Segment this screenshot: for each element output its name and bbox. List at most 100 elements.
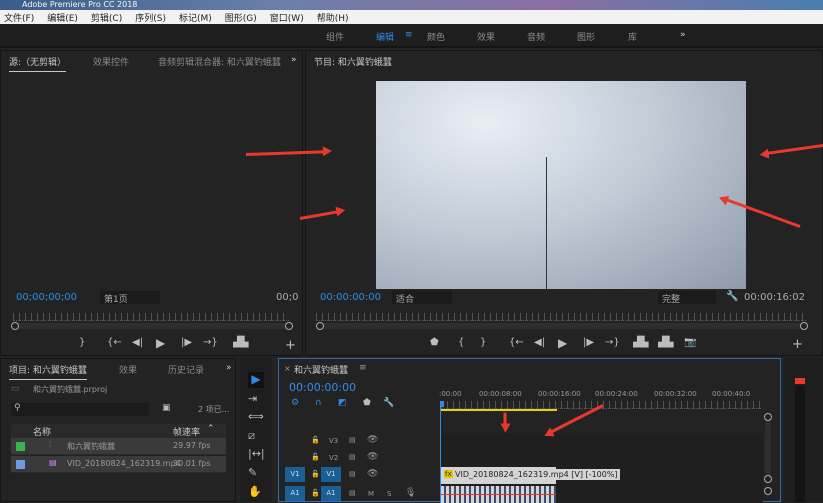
video-clip[interactable]: fx VID_20180824_162319.mp4 [V] [-100%] [441, 467, 620, 484]
sync-lock-icon[interactable]: ▤ [349, 436, 356, 444]
menu-file[interactable]: 文件(F) [4, 11, 34, 24]
eye-icon[interactable]: 👁 [367, 435, 378, 445]
scroll-handle-bottom[interactable] [764, 475, 772, 483]
source-patch-v1[interactable]: V1 [285, 467, 305, 482]
sync-lock-icon[interactable]: ▤ [349, 489, 356, 497]
program-time-ruler[interactable] [316, 313, 806, 321]
nest-icon[interactable]: ⚙ [291, 398, 299, 408]
mark-out-icon[interactable]: } [480, 337, 486, 348]
search-input[interactable] [11, 403, 149, 416]
go-to-in-icon[interactable]: {← [107, 337, 122, 348]
clip-indicator[interactable] [795, 378, 805, 384]
microphone-icon[interactable]: 🎙 [405, 488, 416, 498]
linked-selection-icon[interactable]: ◩ [338, 398, 347, 408]
more-workspaces-button[interactable]: » [680, 30, 686, 40]
workspace-audio[interactable]: 音频 [527, 30, 545, 43]
column-frame-rate[interactable]: 帧速率 [173, 425, 200, 438]
step-back-icon[interactable]: ◀| [534, 337, 545, 348]
insert-icon[interactable]: ▟▙ [233, 337, 248, 348]
quality-dropdown[interactable]: 完整 [658, 291, 716, 305]
volume-line[interactable] [441, 494, 556, 495]
step-forward-icon[interactable]: |▶ [181, 337, 192, 348]
sync-lock-icon[interactable]: ▤ [349, 470, 356, 478]
menu-clip[interactable]: 剪辑(C) [91, 11, 122, 24]
tab-sequence[interactable]: 和六翼钓蛾蠶 [294, 363, 348, 376]
mark-out-icon[interactable]: } [79, 337, 85, 348]
workspace-color[interactable]: 颜色 [427, 30, 445, 43]
list-item[interactable]: ⫶ 和六翼钓蛾蠶 29.97 fps [11, 438, 226, 455]
lift-icon[interactable]: ▟▙ [633, 337, 648, 348]
add-marker-icon[interactable]: ⬟ [430, 337, 439, 348]
list-item[interactable]: ▤ VID_20180824_162319.mp4 30.01 fps [11, 456, 226, 473]
program-timecode[interactable]: 00:00:00:00 [320, 292, 381, 303]
lock-icon[interactable]: 🔓 [311, 436, 320, 444]
timeline-timecode[interactable]: 00:00:00:00 [289, 381, 356, 394]
vertical-scrollbar[interactable] [765, 415, 771, 479]
tab-audio-clip-mixer[interactable]: 音频剪辑混合器: 和六翼钓蛾蠶 [158, 55, 281, 68]
tab-effect-controls[interactable]: 效果控件 [93, 55, 129, 68]
ripple-edit-tool-icon[interactable]: ⟺ [248, 410, 264, 423]
snap-magnet-icon[interactable]: ∩ [315, 398, 322, 408]
more-tabs-button[interactable]: » [291, 55, 297, 65]
menu-sequence[interactable]: 序列(S) [135, 11, 166, 24]
menu-edit[interactable]: 编辑(E) [47, 11, 78, 24]
go-to-out-icon[interactable]: →} [203, 337, 218, 348]
selection-tool-icon[interactable]: ▶ [248, 372, 264, 388]
workspace-graphics[interactable]: 图形 [577, 30, 595, 43]
track-target-v1[interactable]: V1 [321, 467, 341, 482]
lock-icon[interactable]: 🔓 [311, 489, 320, 497]
scroll-handle-left[interactable] [316, 322, 324, 330]
tab-effects[interactable]: 效果 [119, 363, 137, 376]
column-name[interactable]: 名称 [33, 425, 51, 438]
source-time-ruler[interactable] [13, 313, 289, 321]
workspace-editing[interactable]: 编辑 [376, 30, 394, 43]
pen-tool-icon[interactable]: ✎ [248, 466, 257, 479]
add-button-icon[interactable]: + [285, 338, 296, 353]
page-dropdown[interactable]: 第1页 [100, 291, 160, 305]
source-zoom-scrollbar[interactable] [13, 323, 291, 329]
hand-tool-icon[interactable]: ✋ [248, 485, 262, 498]
razor-tool-icon[interactable]: ⧄ [248, 429, 255, 443]
workspace-effects[interactable]: 效果 [477, 30, 495, 43]
mute-button[interactable]: M [368, 490, 374, 498]
eye-icon[interactable]: 👁 [367, 452, 378, 462]
tab-source[interactable]: 源:（无剪辑） [9, 55, 67, 72]
scroll-handle-right[interactable] [285, 322, 293, 330]
track-select-tool-icon[interactable]: ⇥ [248, 392, 257, 405]
step-forward-icon[interactable]: |▶ [583, 337, 594, 348]
lock-icon[interactable]: 🔓 [311, 453, 320, 461]
source-timecode[interactable]: 00;00;00;00 [16, 292, 77, 303]
scroll-handle-left[interactable] [11, 322, 19, 330]
step-back-icon[interactable]: ◀| [132, 337, 143, 348]
play-icon[interactable]: ▶ [558, 336, 567, 350]
solo-button[interactable]: S [387, 490, 391, 498]
fit-dropdown[interactable]: 适合 [392, 291, 452, 305]
menu-icon[interactable]: ≡ [359, 363, 367, 373]
tab-program[interactable]: 节目: 和六翼钓蛾蠶 [314, 55, 392, 68]
sort-ascending-icon[interactable]: ⌃ [207, 424, 215, 434]
add-marker-icon[interactable]: ⬟ [363, 398, 371, 408]
menu-graphics[interactable]: 图形(G) [225, 11, 257, 24]
close-icon[interactable]: × [284, 364, 291, 373]
lock-icon[interactable]: 🔓 [311, 470, 320, 478]
more-tabs-button[interactable]: » [226, 363, 232, 373]
add-button-icon[interactable]: + [792, 337, 803, 352]
menu-icon[interactable]: ≡ [405, 30, 413, 40]
scroll-handle-top[interactable] [764, 413, 772, 421]
menu-help[interactable]: 帮助(H) [317, 11, 349, 24]
extract-icon[interactable]: ▟▙ [658, 337, 673, 348]
audio-clip[interactable] [441, 486, 556, 503]
go-to-in-icon[interactable]: {← [509, 337, 524, 348]
tab-history[interactable]: 历史记录 [168, 363, 204, 376]
scroll-handle-right[interactable] [800, 322, 808, 330]
program-zoom-scrollbar[interactable] [316, 323, 806, 329]
slip-tool-icon[interactable]: |↔| [248, 447, 265, 460]
tab-project[interactable]: 项目: 和六翼钓蛾蠶 [9, 363, 87, 380]
workspace-assembly[interactable]: 组件 [326, 30, 344, 43]
sync-lock-icon[interactable]: ▤ [349, 453, 356, 461]
menu-window[interactable]: 窗口(W) [270, 11, 304, 24]
workspace-libraries[interactable]: 库 [628, 30, 637, 43]
track-target-a1[interactable]: A1 [321, 486, 341, 501]
export-frame-camera-icon[interactable]: 📷 [684, 337, 696, 348]
scroll-handle-top[interactable] [764, 487, 772, 495]
